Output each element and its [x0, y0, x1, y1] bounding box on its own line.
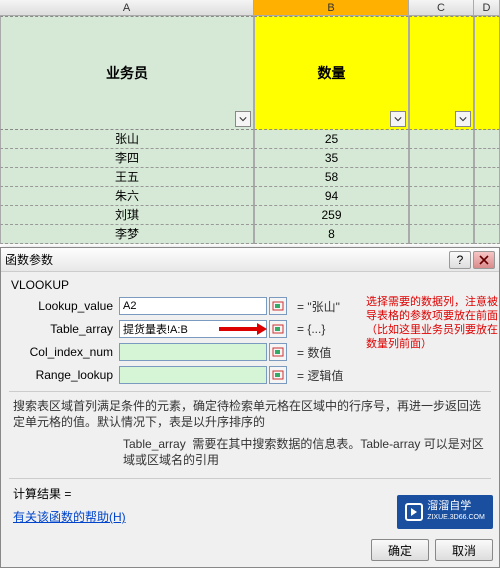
filter-button-a[interactable]: [235, 111, 251, 127]
dialog-buttons: 确定 取消: [1, 535, 499, 567]
param-label: Col_index_num: [9, 345, 119, 359]
range-lookup-input[interactable]: [119, 366, 267, 384]
table-row[interactable]: 李四 35: [0, 149, 500, 168]
cell-c[interactable]: [409, 206, 474, 225]
cell-quantity[interactable]: 58: [254, 168, 409, 187]
range-select-button[interactable]: [269, 366, 287, 384]
range-icon: [272, 347, 284, 357]
filter-button-b[interactable]: [390, 111, 406, 127]
header-label: 业务员: [106, 63, 148, 83]
close-icon: [479, 255, 489, 265]
play-icon: [405, 503, 423, 521]
cell-salesperson[interactable]: 刘琪: [0, 206, 254, 225]
table-row[interactable]: 李梦 8: [0, 225, 500, 244]
promo-text: 溜溜自学 ZIXUE.3D66.COM: [427, 500, 485, 524]
function-description: 搜索表区域首列满足条件的元素，确定待检索单元格在区域中的行序号，再进一步返回选定…: [9, 391, 491, 472]
parameter-description: Table_array 需要在其中搜索数据的信息表。Table-array 可以…: [123, 436, 487, 468]
cancel-button[interactable]: 取消: [435, 539, 493, 561]
cell-salesperson[interactable]: 朱六: [0, 187, 254, 206]
param-result: = {...}: [297, 322, 325, 336]
param-result: = "张山": [297, 298, 340, 315]
desc-sub-label: Table_array: [123, 437, 186, 451]
param-row-range-lookup: Range_lookup = 逻辑值: [9, 365, 491, 385]
spreadsheet: A B C D 业务员 数量 张山 25: [0, 0, 500, 244]
range-icon: [272, 324, 284, 334]
cell-salesperson[interactable]: 李梦: [0, 225, 254, 244]
cell-quantity[interactable]: 25: [254, 130, 409, 149]
function-name: VLOOKUP: [9, 278, 491, 292]
header-cell-quantity[interactable]: 数量: [254, 16, 409, 130]
header-cell-salesperson[interactable]: 业务员: [0, 16, 254, 130]
ok-button[interactable]: 确定: [371, 539, 429, 561]
range-select-button[interactable]: [269, 320, 287, 338]
cell-d[interactable]: [474, 130, 500, 149]
range-icon: [272, 370, 284, 380]
cell-c[interactable]: [409, 168, 474, 187]
cell-salesperson[interactable]: 张山: [0, 130, 254, 149]
param-label: Lookup_value: [9, 299, 119, 313]
cell-c[interactable]: [409, 130, 474, 149]
header-cell-d[interactable]: [474, 16, 500, 130]
help-link[interactable]: 有关该函数的帮助(H): [13, 510, 126, 524]
lookup-value-input[interactable]: [119, 297, 267, 315]
dialog-titlebar[interactable]: 函数参数 ?: [1, 248, 499, 272]
header-label: 数量: [318, 63, 346, 83]
cell-c[interactable]: [409, 149, 474, 168]
table-row[interactable]: 王五 58: [0, 168, 500, 187]
col-header-c[interactable]: C: [409, 0, 474, 15]
table-row[interactable]: 刘琪 259: [0, 206, 500, 225]
col-header-a[interactable]: A: [0, 0, 254, 15]
cell-quantity[interactable]: 94: [254, 187, 409, 206]
table-row[interactable]: 张山 25: [0, 130, 500, 149]
param-result: = 数值: [297, 344, 331, 361]
cell-d[interactable]: [474, 149, 500, 168]
annotation-text: 选择需要的数据列，注意被导表格的参数项要放在前面（比如这里业务员列要放在数量列前…: [366, 295, 498, 351]
col-index-input[interactable]: [119, 343, 267, 361]
column-headers: A B C D: [0, 0, 500, 16]
cell-quantity[interactable]: 35: [254, 149, 409, 168]
param-label: Range_lookup: [9, 368, 119, 382]
cell-d[interactable]: [474, 187, 500, 206]
cell-c[interactable]: [409, 187, 474, 206]
range-select-button[interactable]: [269, 343, 287, 361]
cell-salesperson[interactable]: 王五: [0, 168, 254, 187]
filter-button-c[interactable]: [455, 111, 471, 127]
col-header-b[interactable]: B: [254, 0, 409, 15]
col-header-d[interactable]: D: [474, 0, 500, 15]
table-header-row: 业务员 数量: [0, 16, 500, 130]
cell-salesperson[interactable]: 李四: [0, 149, 254, 168]
question-icon: ?: [457, 253, 464, 267]
cell-d[interactable]: [474, 206, 500, 225]
chevron-down-icon: [459, 115, 467, 123]
chevron-down-icon: [239, 115, 247, 123]
table-array-input[interactable]: [119, 320, 267, 338]
cell-d[interactable]: [474, 225, 500, 244]
promo-watermark: 溜溜自学 ZIXUE.3D66.COM: [397, 495, 493, 529]
table-row[interactable]: 朱六 94: [0, 187, 500, 206]
range-icon: [272, 301, 284, 311]
cell-quantity[interactable]: 8: [254, 225, 409, 244]
param-result: = 逻辑值: [297, 367, 343, 384]
table-body: 张山 25 李四 35 王五 58 朱六 94 刘琪 259: [0, 130, 500, 244]
cell-d[interactable]: [474, 168, 500, 187]
header-cell-c[interactable]: [409, 16, 474, 130]
desc-main-text: 搜索表区域首列满足条件的元素，确定待检索单元格在区域中的行序号，再进一步返回选定…: [13, 399, 481, 429]
cell-c[interactable]: [409, 225, 474, 244]
close-button[interactable]: [473, 251, 495, 269]
cell-quantity[interactable]: 259: [254, 206, 409, 225]
param-label: Table_array: [9, 322, 119, 336]
chevron-down-icon: [394, 115, 402, 123]
dialog-title: 函数参数: [5, 251, 447, 268]
help-button[interactable]: ?: [449, 251, 471, 269]
range-select-button[interactable]: [269, 297, 287, 315]
